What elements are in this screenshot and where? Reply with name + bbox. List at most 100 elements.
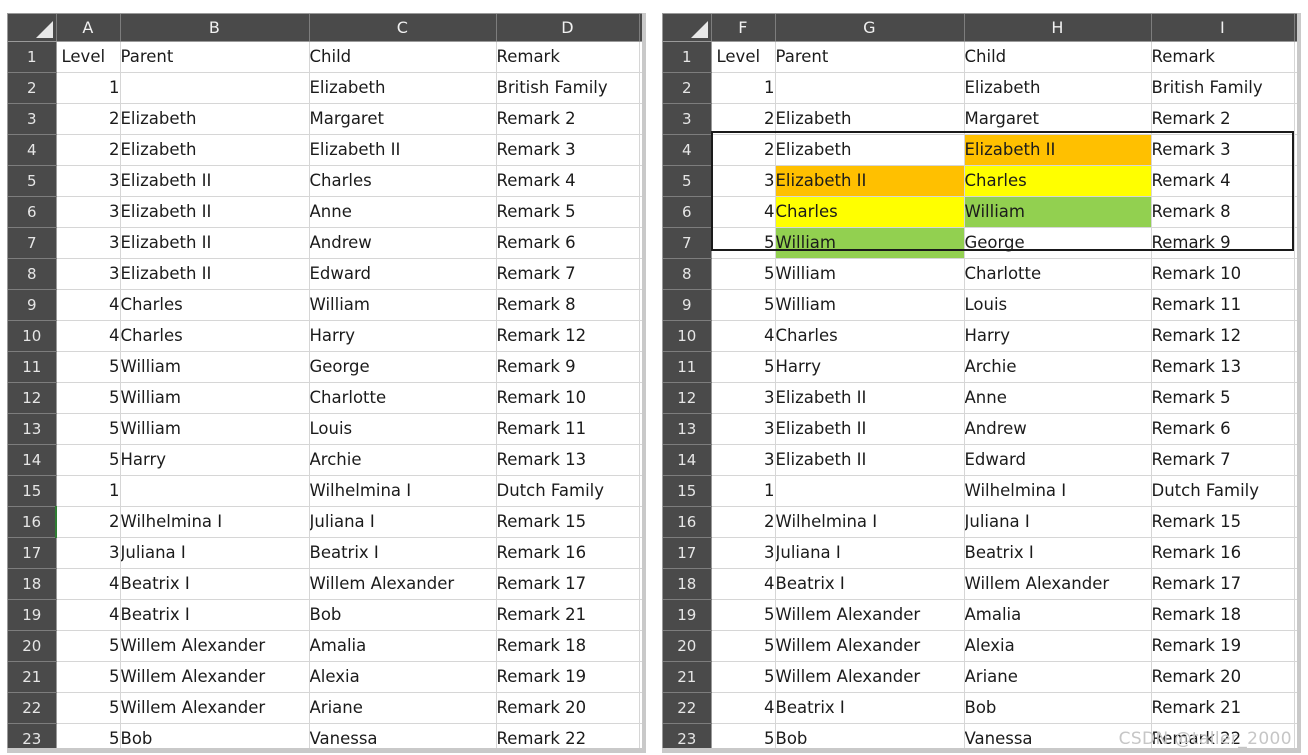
left-cell-remark[interactable]: Remark 8 (496, 289, 640, 321)
right-row-number-23[interactable]: 23 (663, 723, 712, 748)
right-cell-child[interactable]: Wilhelmina I (964, 475, 1152, 507)
left-column-header-A[interactable]: A (56, 14, 121, 42)
right-row-number-1[interactable]: 1 (663, 41, 712, 73)
right-cell-level[interactable]: 5 (711, 723, 776, 748)
right-cell-level[interactable]: 4 (711, 320, 776, 352)
left-cell-parent[interactable]: Willem Alexander (120, 630, 310, 662)
right-cell-child[interactable]: Archie (964, 351, 1152, 383)
left-cell-parent[interactable]: Willem Alexander (120, 692, 310, 724)
right-cell-level[interactable]: 4 (711, 568, 776, 600)
left-cell-remark[interactable]: Remark 10 (496, 382, 640, 414)
right-cell-parent-header[interactable]: Parent (775, 41, 965, 73)
right-cell-remark[interactable]: Remark 16 (1151, 537, 1295, 569)
left-cell-parent-header[interactable]: Parent (120, 41, 310, 73)
left-cell-child[interactable]: Harry (309, 320, 497, 352)
right-cell-level[interactable]: 3 (711, 165, 776, 197)
right-row-number-20[interactable]: 20 (663, 630, 712, 662)
left-row-number-14[interactable]: 14 (8, 444, 57, 476)
right-cell-parent[interactable]: Willem Alexander (775, 599, 965, 631)
left-row-number-23[interactable]: 23 (8, 723, 57, 748)
right-cell-remark[interactable]: Remark 18 (1151, 599, 1295, 631)
right-cell-child[interactable]: Edward (964, 444, 1152, 476)
right-cell-remark[interactable]: Remark 9 (1151, 227, 1295, 259)
right-row-number-17[interactable]: 17 (663, 537, 712, 569)
left-cell-remark[interactable]: Remark 7 (496, 258, 640, 290)
left-cell-parent[interactable]: Elizabeth II (120, 258, 310, 290)
left-row-number-6[interactable]: 6 (8, 196, 57, 228)
right-row-number-11[interactable]: 11 (663, 351, 712, 383)
right-cell-parent[interactable]: Beatrix I (775, 692, 965, 724)
right-cell-remark[interactable]: Remark 13 (1151, 351, 1295, 383)
left-cell-child[interactable]: Louis (309, 413, 497, 445)
right-cell-remark[interactable]: Remark 20 (1151, 661, 1295, 693)
left-cell-level[interactable]: 5 (56, 630, 121, 662)
left-cell-level[interactable]: 5 (56, 382, 121, 414)
left-cell-remark[interactable]: Remark 5 (496, 196, 640, 228)
right-cell-parent[interactable]: Elizabeth II (775, 382, 965, 414)
left-cell-remark[interactable]: Remark 9 (496, 351, 640, 383)
left-column-header-C[interactable]: C (309, 14, 497, 42)
left-cell-child[interactable]: Bob (309, 599, 497, 631)
right-cell-remark[interactable]: Remark 6 (1151, 413, 1295, 445)
right-cell-child[interactable]: Amalia (964, 599, 1152, 631)
right-cell-remark[interactable]: Remark 7 (1151, 444, 1295, 476)
left-cell-level[interactable]: 5 (56, 661, 121, 693)
left-cell-child[interactable]: Vanessa (309, 723, 497, 748)
left-cell-level[interactable]: 5 (56, 723, 121, 748)
left-cell-parent[interactable]: William (120, 382, 310, 414)
right-row-number-8[interactable]: 8 (663, 258, 712, 290)
left-cell-remark[interactable]: Remark 17 (496, 568, 640, 600)
right-row-number-10[interactable]: 10 (663, 320, 712, 352)
right-cell-level[interactable]: 5 (711, 630, 776, 662)
left-cell-parent[interactable]: Elizabeth II (120, 196, 310, 228)
left-cell-remark-header[interactable]: Remark (496, 41, 640, 73)
left-cell-child[interactable]: Elizabeth (309, 72, 497, 104)
left-cell-remark[interactable]: Dutch Family (496, 475, 640, 507)
left-cell-remark[interactable]: Remark 19 (496, 661, 640, 693)
left-cell-child[interactable]: Anne (309, 196, 497, 228)
left-cell-level[interactable]: 3 (56, 537, 121, 569)
right-cell-parent[interactable]: Charles (775, 196, 965, 228)
left-cell-level[interactable]: 5 (56, 413, 121, 445)
right-cell-level[interactable]: 3 (711, 444, 776, 476)
right-cell-remark[interactable]: Remark 17 (1151, 568, 1295, 600)
right-row-number-3[interactable]: 3 (663, 103, 712, 135)
right-cell-child[interactable]: William (964, 196, 1152, 228)
right-row-number-13[interactable]: 13 (663, 413, 712, 445)
left-cell-remark[interactable]: Remark 16 (496, 537, 640, 569)
left-row-number-5[interactable]: 5 (8, 165, 57, 197)
right-cell-level[interactable]: 2 (711, 134, 776, 166)
right-cell-child-header[interactable]: Child (964, 41, 1152, 73)
left-cell-child[interactable]: William (309, 289, 497, 321)
right-cell-remark[interactable]: Remark 12 (1151, 320, 1295, 352)
left-cell-child-header[interactable]: Child (309, 41, 497, 73)
right-cell-remark[interactable]: Remark 2 (1151, 103, 1295, 135)
left-row-number-13[interactable]: 13 (8, 413, 57, 445)
right-cell-child[interactable]: George (964, 227, 1152, 259)
right-row-number-16[interactable]: 16 (663, 506, 712, 538)
right-cell-parent[interactable]: Elizabeth (775, 134, 965, 166)
right-cell-child[interactable]: Harry (964, 320, 1152, 352)
right-cell-level[interactable]: 2 (711, 506, 776, 538)
right-cell-level[interactable]: 1 (711, 72, 776, 104)
right-cell-parent[interactable]: Beatrix I (775, 568, 965, 600)
right-cell-parent[interactable]: William (775, 289, 965, 321)
right-row-number-14[interactable]: 14 (663, 444, 712, 476)
right-cell-remark[interactable]: Remark 21 (1151, 692, 1295, 724)
left-cell-parent[interactable]: Elizabeth (120, 134, 310, 166)
left-cell-child[interactable]: Amalia (309, 630, 497, 662)
right-row-number-5[interactable]: 5 (663, 165, 712, 197)
left-cell-remark[interactable]: Remark 11 (496, 413, 640, 445)
right-cell-child[interactable]: Charlotte (964, 258, 1152, 290)
right-sheet-grid-viewport[interactable]: F G H I 1 Level Parent Child Remark 2 1 Elizabeth Br… (662, 13, 1297, 748)
left-row-number-19[interactable]: 19 (8, 599, 57, 631)
right-cell-child[interactable]: Margaret (964, 103, 1152, 135)
left-row-number-15[interactable]: 15 (8, 475, 57, 507)
left-cell-level[interactable]: 1 (56, 72, 121, 104)
right-cell-level[interactable]: 4 (711, 196, 776, 228)
left-row-number-7[interactable]: 7 (8, 227, 57, 259)
right-row-number-18[interactable]: 18 (663, 568, 712, 600)
left-cell-child[interactable]: Juliana I (309, 506, 497, 538)
left-cell-level[interactable]: 3 (56, 165, 121, 197)
left-cell-child[interactable]: Beatrix I (309, 537, 497, 569)
